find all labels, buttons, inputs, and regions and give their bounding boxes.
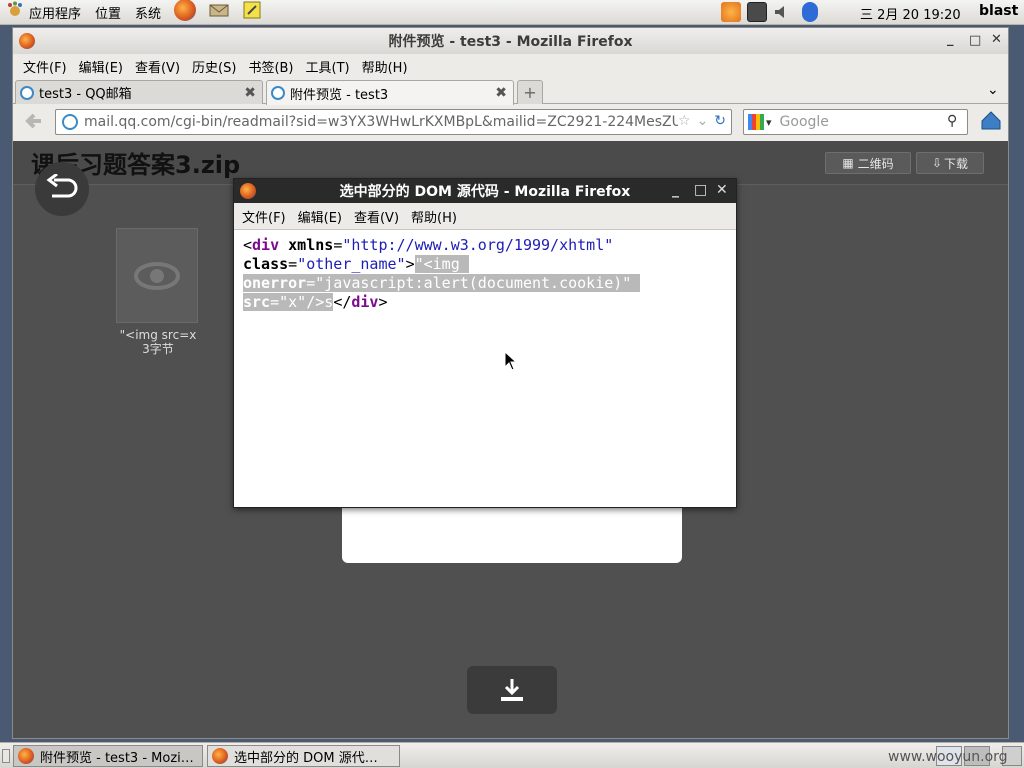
search-bar[interactable]: ▾ Google ⚲ (743, 109, 968, 135)
taskbar-label: 附件预览 - test3 - Mozi… (40, 750, 194, 766)
nav-bar: mail.qq.com/cgi-bin/readmail?sid=w3YX3WH… (13, 104, 1008, 140)
popup-title: 选中部分的 DOM 源代码 - Mozilla Firefox (339, 184, 631, 200)
popup-minimize-button[interactable]: _ (672, 182, 679, 198)
menu-view[interactable]: 查看(V) (129, 57, 186, 76)
panel-menus: 应用程序 位置 系统 (0, 0, 268, 25)
menubar: 文件(F) 编辑(E) 查看(V) 历史(S) 书签(B) 工具(T) 帮助(H… (13, 54, 1008, 78)
firefox-icon (19, 33, 41, 53)
popup-menu-view[interactable]: 查看(V) (348, 207, 405, 226)
search-input[interactable]: Google (780, 114, 829, 130)
watermark: www.wooyun.org (888, 749, 1008, 765)
clock[interactable]: 三 2月 20 19:20 (860, 4, 961, 23)
show-desktop-button[interactable] (2, 749, 10, 763)
menu-file[interactable]: 文件(F) (17, 57, 73, 76)
tab-label: test3 - QQ邮箱 (39, 87, 132, 102)
url-bar[interactable]: mail.qq.com/cgi-bin/readmail?sid=w3YX3WH… (55, 109, 732, 135)
tab-close-icon[interactable]: ✖ (244, 85, 256, 101)
menu-history[interactable]: 历史(S) (186, 57, 242, 76)
popup-menu-file[interactable]: 文件(F) (236, 207, 292, 226)
taskbar-item-dom-source[interactable]: 选中部分的 DOM 源代… (207, 745, 400, 767)
download-tray-icon (501, 679, 523, 701)
dom-source-window: 选中部分的 DOM 源代码 - Mozilla Firefox _ □ ✕ 文件… (233, 178, 737, 508)
return-arrow-icon (46, 174, 78, 198)
popup-close-button[interactable]: ✕ (716, 182, 728, 198)
taskbar-label: 选中部分的 DOM 源代… (234, 750, 378, 766)
reload-icon[interactable]: ↻ (714, 113, 726, 131)
maximize-button[interactable]: □ (969, 33, 981, 48)
top-panel: 应用程序 位置 系统 三 2月 20 19:20 blast (0, 0, 1024, 25)
download-arrow-icon: ⇩ (931, 156, 943, 170)
taskbar-item-firefox[interactable]: 附件预览 - test3 - Mozi… (13, 745, 203, 767)
menu-help[interactable]: 帮助(H) (356, 57, 414, 76)
qr-icon: ▦ (842, 156, 854, 170)
update-icon[interactable] (721, 2, 741, 22)
tab-list-chevron-icon[interactable]: ⌄ (987, 82, 999, 98)
menu-tools[interactable]: 工具(T) (300, 57, 356, 76)
tab-attachment-preview[interactable]: 附件预览 - test3 ✖ (266, 80, 514, 105)
file-thumbnail[interactable] (116, 228, 198, 323)
popup-maximize-button[interactable]: □ (694, 182, 707, 198)
tab-bar: test3 - QQ邮箱 ✖ 附件预览 - test3 ✖ + ⌄ (13, 78, 1008, 105)
qq-favicon-icon (20, 85, 34, 100)
google-engine-icon[interactable] (748, 114, 764, 130)
download-button-label: 下载 (944, 156, 969, 171)
site-identity-icon[interactable] (62, 114, 78, 130)
search-binoculars-icon[interactable]: ⚲ (947, 113, 957, 129)
popup-menu-edit[interactable]: 编辑(E) (292, 207, 348, 226)
download-bottom-button[interactable] (467, 666, 557, 714)
system-tray (718, 2, 821, 22)
minimize-button[interactable]: _ (947, 32, 954, 47)
back-circle-button[interactable] (35, 162, 89, 216)
popup-titlebar[interactable]: 选中部分的 DOM 源代码 - Mozilla Firefox _ □ ✕ (234, 179, 736, 203)
firefox-launcher-icon[interactable] (168, 0, 202, 25)
screen-icon[interactable] (747, 2, 767, 22)
close-button[interactable]: ✕ (991, 32, 1002, 47)
engine-dropdown-icon[interactable]: ▾ (766, 116, 772, 129)
tab-qqmail[interactable]: test3 - QQ邮箱 ✖ (15, 80, 263, 104)
url-controls: ☆ ⌄ ↻ (678, 113, 731, 131)
qr-code-button[interactable]: ▦ 二维码 (825, 152, 911, 174)
popup-menubar: 文件(F) 编辑(E) 查看(V) 帮助(H) (234, 203, 736, 230)
back-arrow-icon[interactable] (23, 110, 45, 136)
menu-applications[interactable]: 应用程序 (22, 3, 88, 22)
volume-icon[interactable] (773, 2, 789, 22)
home-icon[interactable] (980, 109, 1002, 135)
gnome-foot-icon[interactable] (0, 1, 22, 23)
menu-bookmarks[interactable]: 书签(B) (242, 57, 299, 76)
user-name[interactable]: blast (979, 3, 1018, 19)
mail-launcher-icon[interactable] (202, 1, 236, 23)
thumbnail-size: 3字节 (142, 342, 174, 356)
thumbnail-caption: "<img src=x 3字节 (103, 328, 213, 356)
firefox-icon (240, 183, 262, 203)
taskbar: 附件预览 - test3 - Mozi… 选中部分的 DOM 源代… www.w… (0, 742, 1024, 768)
mouse-cursor-icon (504, 350, 518, 375)
source-view[interactable]: <div xmlns="http://www.w3.org/1999/xhtml… (243, 236, 728, 312)
menu-system[interactable]: 系统 (128, 3, 168, 22)
download-header-button[interactable]: ⇩ 下载 (916, 152, 984, 174)
menu-places[interactable]: 位置 (88, 3, 128, 22)
window-title: 附件预览 - test3 - Mozilla Firefox (388, 34, 633, 50)
url-text[interactable]: mail.qq.com/cgi-bin/readmail?sid=w3YX3WH… (84, 114, 710, 130)
url-dropdown-icon[interactable]: ⌄ (697, 113, 709, 131)
qq-favicon-icon (271, 86, 285, 100)
bluetooth-icon[interactable] (802, 2, 818, 22)
qr-button-label: 二维码 (857, 156, 894, 171)
firefox-icon (212, 748, 228, 764)
window-titlebar[interactable]: 附件预览 - test3 - Mozilla Firefox _ □ ✕ (13, 28, 1008, 54)
popup-menu-help[interactable]: 帮助(H) (405, 207, 463, 226)
thumbnail-filename: "<img src=x (119, 328, 197, 342)
new-tab-button[interactable]: + (517, 80, 543, 104)
firefox-icon (18, 748, 34, 764)
menu-edit[interactable]: 编辑(E) (73, 57, 129, 76)
notes-launcher-icon[interactable] (236, 0, 268, 24)
tab-label: 附件预览 - test3 (290, 87, 389, 103)
preview-eye-icon (134, 261, 180, 290)
preview-card (342, 507, 682, 563)
tab-close-icon[interactable]: ✖ (495, 85, 507, 101)
bookmark-star-icon[interactable]: ☆ (678, 113, 691, 131)
